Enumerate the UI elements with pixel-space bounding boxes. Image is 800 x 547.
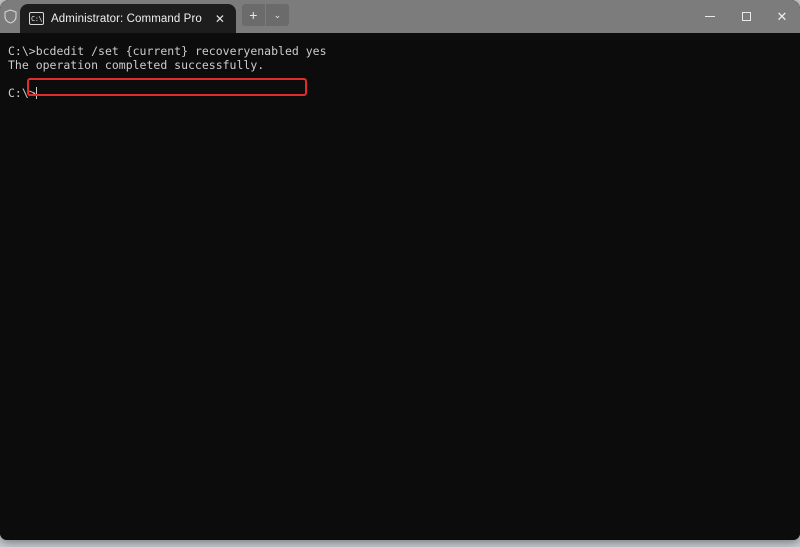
terminal-output-line: The operation completed successfully. bbox=[8, 58, 265, 72]
close-tab-icon[interactable]: ✕ bbox=[211, 10, 229, 28]
console-icon-text: C:\ bbox=[31, 15, 43, 23]
new-tab-button[interactable]: + bbox=[241, 4, 265, 26]
terminal-command-text: bcdedit /set {current} recoveryenabled y… bbox=[35, 44, 327, 58]
tab-actions: + ⌄ bbox=[236, 0, 289, 33]
maximize-button[interactable] bbox=[728, 0, 764, 33]
window-controls: ✕ bbox=[692, 0, 800, 33]
console-icon: C:\ bbox=[29, 12, 44, 25]
terminal-prompt-current: C:\> bbox=[8, 86, 36, 100]
minimize-button[interactable] bbox=[692, 0, 728, 33]
tab-command-prompt[interactable]: C:\ Administrator: Command Pro ✕ bbox=[20, 4, 236, 33]
close-icon: ✕ bbox=[776, 9, 788, 24]
terminal-window: C:\ Administrator: Command Pro ✕ + ⌄ ✕ C bbox=[0, 0, 800, 540]
text-cursor bbox=[35, 87, 37, 99]
titlebar-drag-area bbox=[289, 0, 692, 33]
terminal-prompt: C:\> bbox=[8, 44, 36, 58]
minimize-icon bbox=[705, 16, 715, 17]
shield-icon bbox=[0, 0, 20, 33]
chevron-down-icon[interactable]: ⌄ bbox=[265, 4, 289, 26]
close-window-button[interactable]: ✕ bbox=[764, 0, 800, 33]
tab-strip: C:\ Administrator: Command Pro ✕ bbox=[20, 0, 236, 33]
terminal-command-line: C:\>bcdedit /set {current} recoveryenabl… bbox=[8, 44, 800, 58]
maximize-icon bbox=[741, 12, 751, 21]
tab-title: Administrator: Command Pro bbox=[51, 12, 202, 25]
terminal-active-prompt-line: C:\> bbox=[8, 86, 800, 100]
title-bar: C:\ Administrator: Command Pro ✕ + ⌄ ✕ bbox=[0, 0, 800, 33]
terminal-output-area[interactable]: C:\>bcdedit /set {current} recoveryenabl… bbox=[0, 33, 800, 540]
